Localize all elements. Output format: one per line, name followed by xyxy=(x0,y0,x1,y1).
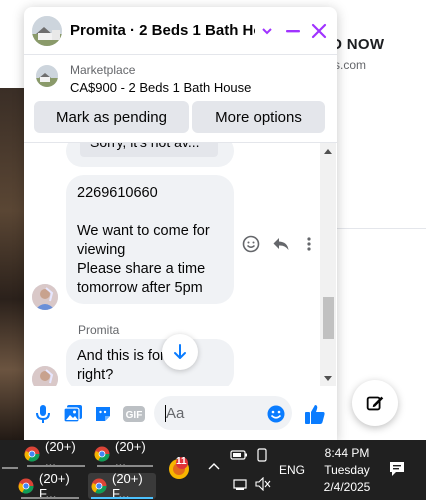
taskbar-item[interactable]: (20+) ... xyxy=(24,439,88,469)
svg-text:GIF: GIF xyxy=(126,410,143,421)
emoji-icon[interactable] xyxy=(265,403,287,425)
input-language[interactable]: ENG xyxy=(279,463,305,477)
message-bubble[interactable]: And this is for right? xyxy=(66,339,234,386)
volume-muted-icon[interactable] xyxy=(255,476,271,494)
notification-badge: 11 xyxy=(176,456,187,467)
notification-app-icon[interactable]: 11 xyxy=(167,456,191,480)
taskbar-item-label: (20+) F... xyxy=(112,471,143,500)
text-caret xyxy=(165,405,166,422)
taskbar-item-label: (20+) F... xyxy=(39,471,70,500)
minimize-icon[interactable] xyxy=(282,20,304,42)
listing-thumbnail[interactable] xyxy=(36,65,58,87)
background-divider xyxy=(337,228,426,229)
compose-icon xyxy=(366,396,384,411)
system-clock[interactable]: 8:44 PM Tuesday 2/4/2025 xyxy=(318,445,376,496)
taskbar-item[interactable]: (20+) ... xyxy=(94,439,156,469)
quoted-message[interactable]: Sorry, it's not av... xyxy=(80,143,218,157)
scroll-to-bottom-button[interactable] xyxy=(162,334,198,370)
battery-icon[interactable] xyxy=(230,448,248,465)
chrome-icon xyxy=(91,478,107,494)
taskbar-app-edge[interactable] xyxy=(0,441,20,469)
sender-name: Promita xyxy=(78,323,120,337)
notifications-icon[interactable] xyxy=(388,460,406,481)
close-icon[interactable] xyxy=(308,20,330,42)
listing-title[interactable]: CA$900 - 2 Beds 1 Bath House xyxy=(70,80,251,95)
scroll-up-arrow-icon[interactable] xyxy=(324,149,332,154)
scroll-down-arrow-icon[interactable] xyxy=(324,376,332,381)
chrome-icon xyxy=(24,446,40,462)
message-scrollbar[interactable] xyxy=(320,143,336,386)
windows-taskbar: (20+) ... (20+) ... (20+) F... (20+) F..… xyxy=(0,439,426,500)
listing-source: Marketplace xyxy=(70,63,136,77)
message-list: Sorry, it's not av... 2269610660 We want… xyxy=(24,143,337,386)
sender-avatar[interactable] xyxy=(32,366,58,386)
message-bubble-partial: Sorry, it's not av... xyxy=(66,143,234,167)
taskbar-item-active[interactable]: (20+) F... xyxy=(88,471,156,500)
network-icon[interactable] xyxy=(233,477,249,494)
phone-link-icon[interactable] xyxy=(256,448,268,465)
clock-time: 8:44 PM xyxy=(324,446,370,460)
taskbar-item[interactable]: (20+) F... xyxy=(18,471,82,500)
like-icon[interactable] xyxy=(304,403,326,425)
scrollbar-thumb[interactable] xyxy=(323,297,334,339)
chrome-icon xyxy=(94,446,110,462)
composer-bar: GIF xyxy=(24,386,337,441)
listing-avatar[interactable] xyxy=(32,15,62,46)
microphone-icon[interactable] xyxy=(32,403,54,425)
message-actions xyxy=(242,233,316,255)
listing-banner: Marketplace CA$900 - 2 Beds 1 Bath House… xyxy=(24,55,337,143)
more-vertical-icon[interactable] xyxy=(302,235,316,253)
sender-avatar[interactable] xyxy=(32,284,58,310)
reply-icon[interactable] xyxy=(272,235,290,253)
chat-title[interactable]: Promita · 2 Beds 1 Bath Ho... xyxy=(70,22,255,39)
more-options-button[interactable]: More options xyxy=(192,101,325,133)
chevron-down-icon[interactable] xyxy=(256,20,278,42)
react-icon[interactable] xyxy=(242,235,260,253)
chat-window: Promita · 2 Beds 1 Bath Ho... Marketplac… xyxy=(24,7,337,441)
message-bubble[interactable]: 2269610660 We want to come for viewing P… xyxy=(66,175,234,304)
chat-header[interactable]: Promita · 2 Beds 1 Bath Ho... xyxy=(24,7,337,55)
mark-as-pending-button[interactable]: Mark as pending xyxy=(34,101,189,133)
clock-date: 2/4/2025 xyxy=(323,480,371,494)
sticker-icon[interactable] xyxy=(92,403,114,425)
clock-day: Tuesday xyxy=(324,463,370,477)
chrome-icon xyxy=(18,478,34,494)
background-subtext: s.com xyxy=(334,58,367,72)
chevron-up-icon xyxy=(208,463,220,470)
gif-icon[interactable]: GIF xyxy=(122,403,146,425)
show-hidden-icons-button[interactable] xyxy=(207,460,221,474)
new-message-button[interactable] xyxy=(352,380,398,426)
photo-icon[interactable] xyxy=(62,403,84,425)
background-listing-photo xyxy=(0,88,27,440)
arrow-down-icon xyxy=(174,344,186,359)
